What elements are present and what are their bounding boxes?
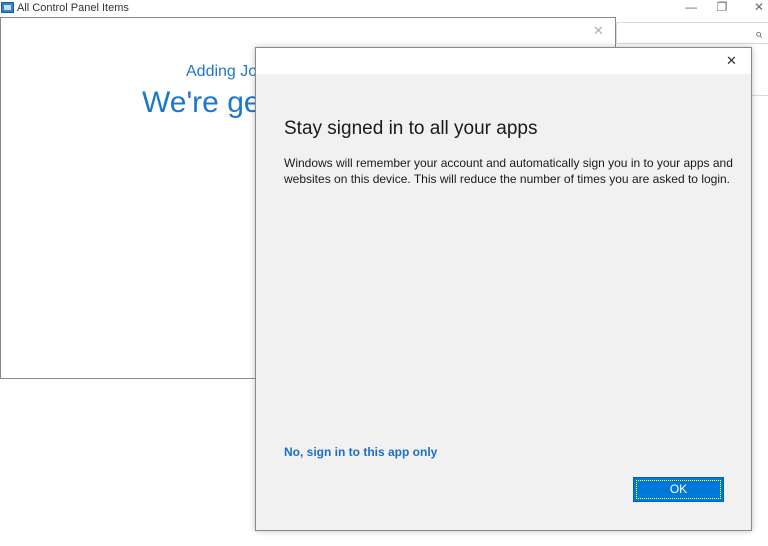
minimize-button[interactable]: — xyxy=(676,0,706,17)
search-icon[interactable]: ⌕ xyxy=(755,26,762,42)
dialog-body-text: Windows will remember your account and a… xyxy=(284,156,733,186)
dialog-close-icon[interactable]: ✕ xyxy=(726,53,737,69)
adding-heading: We're get xyxy=(142,86,269,119)
dialog-title: Stay signed in to all your apps xyxy=(284,118,538,139)
adding-subtitle: Adding Jo xyxy=(186,63,258,80)
window-title: All Control Panel Items xyxy=(17,2,129,14)
title-bar: All Control Panel Items — ❐ ✕ xyxy=(0,0,768,17)
control-panel-icon xyxy=(1,2,14,13)
dialog-header: ✕ xyxy=(256,48,751,74)
divider xyxy=(752,95,768,96)
search-input[interactable]: ⌕ xyxy=(616,22,768,44)
sign-in-this-app-only-link[interactable]: No, sign in to this app only xyxy=(284,445,437,459)
close-button[interactable]: ✕ xyxy=(744,0,768,17)
restore-button[interactable]: ❐ xyxy=(707,0,737,17)
adding-window-close-icon[interactable]: ✕ xyxy=(593,23,604,39)
ok-button[interactable]: OK xyxy=(633,477,724,502)
stay-signed-in-dialog: ✕ Stay signed in to all your apps Window… xyxy=(255,47,752,531)
